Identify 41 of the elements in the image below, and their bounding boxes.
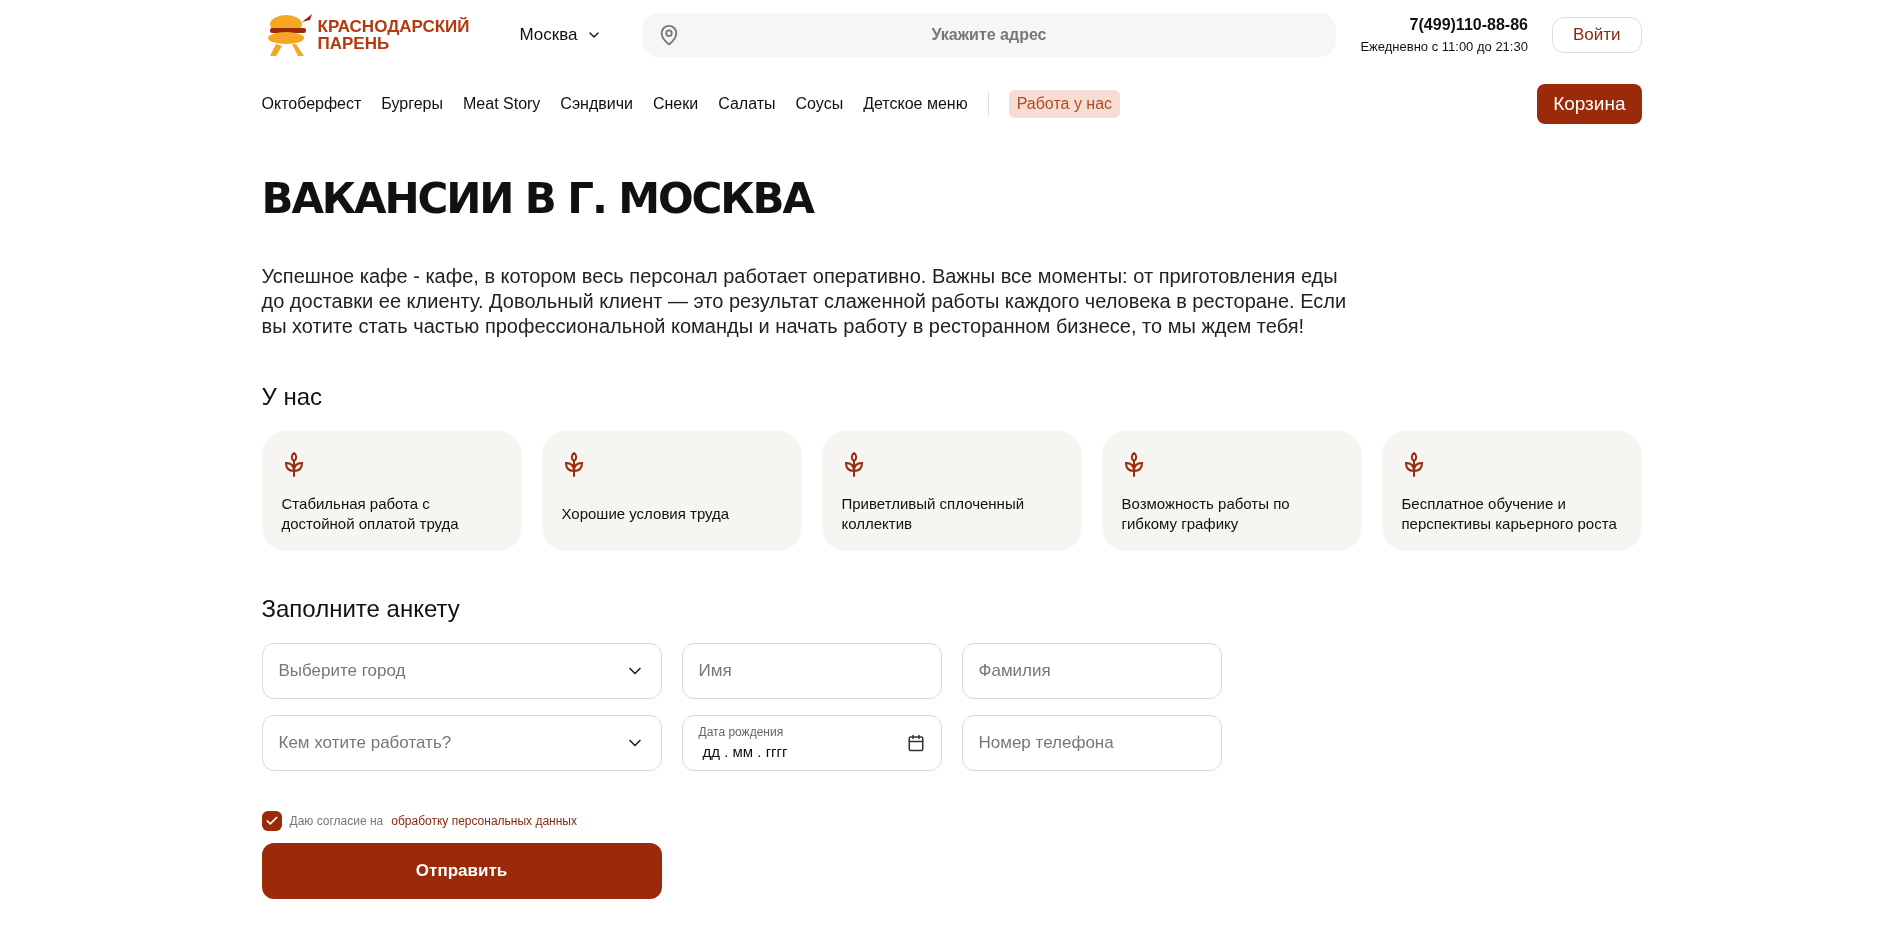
- city-selector[interactable]: Москва: [519, 22, 602, 48]
- section-heading: Заполните анкету: [261, 594, 461, 624]
- submit-button[interactable]: Отправить: [261, 843, 662, 899]
- perk-text: Хорошие условия труда: [561, 504, 730, 524]
- date-field[interactable]: Дата рождения дд . мм . гггг: [681, 715, 942, 771]
- logo[interactable]: КРАСНОДАРСКИЙ ПАРЕНЬ: [261, 10, 488, 60]
- consent-text: Даю согласие на: [289, 813, 384, 830]
- nav-link[interactable]: Бургеры: [381, 92, 443, 116]
- logo-text: ПАРЕНЬ: [317, 35, 390, 52]
- nav-link[interactable]: Детское меню: [863, 92, 968, 116]
- input-field[interactable]: Номер телефона: [961, 715, 1222, 771]
- cart-button[interactable]: Корзина: [1537, 84, 1642, 124]
- section-heading: У нас: [261, 382, 323, 412]
- consent-checkbox[interactable]: [261, 811, 282, 831]
- logo-text: КРАСНОДАРСКИЙ: [317, 18, 470, 35]
- nav-link[interactable]: Салаты: [718, 92, 776, 116]
- nav-link[interactable]: Снеки: [652, 92, 699, 116]
- input-field[interactable]: Имя: [681, 643, 942, 699]
- dropdown-field[interactable]: Выберите город: [261, 643, 662, 699]
- check-icon: [264, 814, 279, 828]
- opening-hours: Ежедневно с 11:00 до 21:30: [1360, 38, 1528, 57]
- date-value: дд . мм . гггг: [701, 741, 788, 762]
- nav-link[interactable]: Работа у нас: [1008, 90, 1121, 118]
- perk-text: Стабильная работа с достойной оплатой труда: [281, 494, 460, 534]
- calendar-icon: [906, 734, 925, 752]
- nav-link[interactable]: Октоберфест: [261, 92, 362, 116]
- field-label: Дата рождения: [698, 723, 785, 741]
- perk-text: Бесплатное обучение и перспективы карьерного роста: [1401, 494, 1618, 534]
- nav-link[interactable]: Соусы: [795, 92, 844, 116]
- intro-paragraph: Успешное кафе - кафе, в котором весь персонал работает оперативно. Важны все моменты: от приготовления еды до доставки ее клиенту. Довольный клиент — это результат слаженной работы каждого человека в ресторане. Если вы хотите стать частью профессиональной команды и начать работу в ресторанном бизнесе, то мы ждем тебя!: [261, 264, 1348, 339]
- input-field[interactable]: Фамилия: [961, 643, 1222, 699]
- nav-link[interactable]: Сэндвичи: [560, 92, 633, 116]
- dropdown-field[interactable]: Кем хотите работать?: [261, 715, 662, 771]
- page-title: ВАКАНСИИ В Г. МОСКВА: [261, 178, 815, 220]
- perk-text: Возможность работы по гибкому графику: [1121, 494, 1291, 534]
- login-button[interactable]: Войти: [1551, 17, 1642, 53]
- nav-link[interactable]: Meat Story: [463, 92, 541, 116]
- perk-text: Приветливый сплоченный коллектив: [841, 494, 1026, 534]
- phone-number[interactable]: 7(499)110-88-86: [1409, 13, 1528, 38]
- address-field[interactable]: Укажите адрес: [641, 13, 1337, 57]
- privacy-link[interactable]: обработку персональных данных: [391, 812, 577, 830]
